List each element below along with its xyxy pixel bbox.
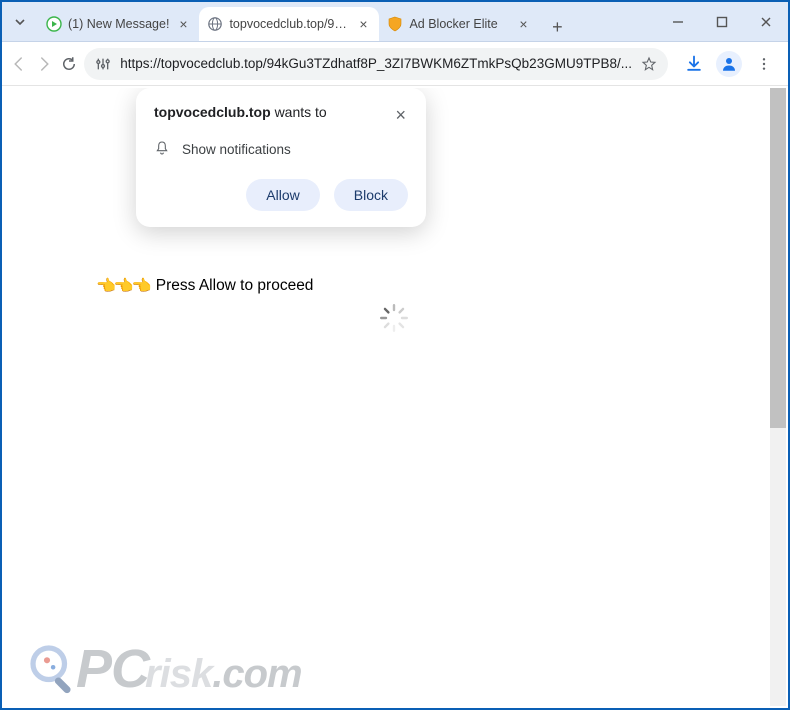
loading-spinner-icon: [378, 302, 410, 339]
window-close-button[interactable]: [744, 2, 788, 41]
bookmark-star-icon[interactable]: [640, 56, 658, 72]
pointing-hand-emoji: 👈👈👈: [96, 276, 150, 296]
url-text: https://topvocedclub.top/94kGu3TZdhatf8P…: [120, 56, 632, 71]
site-settings-icon[interactable]: [94, 56, 112, 72]
new-tab-button[interactable]: +: [543, 13, 571, 41]
toolbar-right: [674, 48, 780, 80]
back-button[interactable]: [10, 48, 29, 80]
profile-avatar[interactable]: [716, 51, 742, 77]
tab-title: (1) New Message!: [68, 17, 169, 31]
window-controls: [656, 2, 788, 41]
prompt-domain: topvocedclub.top: [154, 104, 271, 120]
scrollbar-track[interactable]: [770, 88, 786, 706]
tab-title: Ad Blocker Elite: [409, 17, 509, 31]
page-instruction: 👈👈👈 Press Allow to proceed: [96, 276, 313, 296]
instruction-text: Press Allow to proceed: [156, 277, 314, 295]
watermark-pc: PC: [76, 638, 149, 700]
tab-strip: (1) New Message! × topvocedclub.top/94kG…: [38, 2, 656, 41]
block-button[interactable]: Block: [334, 179, 408, 211]
prompt-wants-to: wants to: [275, 104, 327, 120]
watermark-r: r: [145, 652, 160, 697]
search-tabs-button[interactable]: [2, 2, 38, 41]
allow-button[interactable]: Allow: [246, 179, 319, 211]
menu-button[interactable]: [748, 48, 780, 80]
reload-button[interactable]: [60, 48, 79, 80]
magnifier-icon: [26, 641, 82, 697]
tab-close-button[interactable]: ×: [175, 16, 191, 32]
tab-ad-blocker[interactable]: Ad Blocker Elite ×: [379, 7, 539, 41]
tab-title: topvocedclub.top/94kG: [229, 17, 349, 31]
globe-icon: [207, 16, 223, 32]
titlebar: (1) New Message! × topvocedclub.top/94kG…: [2, 2, 788, 42]
watermark-dotcom: .com: [212, 652, 301, 697]
prompt-title: topvocedclub.top wants to: [154, 104, 327, 120]
tab-close-button[interactable]: ×: [355, 16, 371, 32]
watermark-logo: PC r isk .com: [26, 638, 302, 700]
tab-topvocedclub[interactable]: topvocedclub.top/94kG ×: [199, 7, 379, 41]
play-icon: [46, 16, 62, 32]
tab-close-button[interactable]: ×: [515, 16, 531, 32]
forward-button[interactable]: [35, 48, 54, 80]
maximize-button[interactable]: [700, 2, 744, 41]
scrollbar-thumb[interactable]: [770, 88, 786, 428]
shield-icon: [387, 16, 403, 32]
bell-icon: [154, 140, 170, 159]
prompt-permission-label: Show notifications: [182, 142, 291, 157]
browser-window: (1) New Message! × topvocedclub.top/94kG…: [0, 0, 790, 710]
page-viewport: topvocedclub.top wants to × Show notific…: [4, 88, 786, 706]
watermark-isk: isk: [160, 652, 213, 697]
minimize-button[interactable]: [656, 2, 700, 41]
address-bar[interactable]: https://topvocedclub.top/94kGu3TZdhatf8P…: [84, 48, 668, 80]
permission-prompt: topvocedclub.top wants to × Show notific…: [136, 88, 426, 227]
prompt-close-button[interactable]: ×: [393, 104, 408, 126]
downloads-button[interactable]: [678, 48, 710, 80]
tab-new-message[interactable]: (1) New Message! ×: [38, 7, 199, 41]
toolbar: https://topvocedclub.top/94kGu3TZdhatf8P…: [2, 42, 788, 86]
